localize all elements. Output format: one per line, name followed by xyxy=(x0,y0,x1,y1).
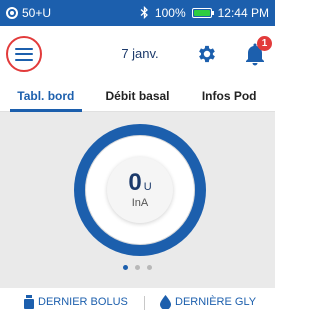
insulin-on-board-display: 0 U InA xyxy=(107,157,173,223)
pod-insulin-label: 50+U xyxy=(22,6,52,20)
page-dot[interactable] xyxy=(147,265,152,270)
dashboard-panel: 0 U InA xyxy=(0,112,275,288)
settings-button[interactable] xyxy=(196,43,218,65)
tab-bar: Tabl. bord Débit basal Infos Pod xyxy=(0,82,275,112)
iob-unit: U xyxy=(143,181,152,193)
menu-button[interactable] xyxy=(6,36,42,72)
app-header: 7 janv. 1 xyxy=(0,26,275,82)
iob-label: InA xyxy=(131,197,149,209)
iob-value: 0 xyxy=(128,169,142,196)
bottom-divider xyxy=(144,296,145,310)
battery-fill xyxy=(193,10,210,16)
bluetooth-icon xyxy=(140,5,149,21)
tab-pod-info[interactable]: Infos Pod xyxy=(183,82,275,111)
gear-icon xyxy=(199,45,215,63)
blood-drop-icon xyxy=(160,295,171,309)
pod-icon xyxy=(6,7,18,19)
tab-basal-rate[interactable]: Débit basal xyxy=(92,82,184,111)
status-bar: 50+U 100% 12:44 PM xyxy=(0,0,275,26)
insulin-vial-icon xyxy=(24,295,34,309)
pod-status: 50+U xyxy=(6,6,51,20)
bottom-bar: DERNIER BOLUS DERNIÈRE GLY xyxy=(0,290,275,316)
insulin-on-board-ring: 0 U InA xyxy=(74,124,206,256)
page-dot[interactable] xyxy=(123,265,128,270)
last-bolus-button[interactable]: DERNIER BOLUS xyxy=(24,295,128,309)
notification-badge: 1 xyxy=(257,36,272,51)
hamburger-menu-icon xyxy=(15,47,33,61)
last-glucose-button[interactable]: DERNIÈRE GLY xyxy=(160,295,256,309)
current-date: 7 janv. xyxy=(121,46,159,61)
battery-percent: 100% xyxy=(154,6,186,20)
last-bolus-label: DERNIER BOLUS xyxy=(38,296,128,308)
status-time: 12:44 PM xyxy=(217,6,269,20)
tab-dashboard[interactable]: Tabl. bord xyxy=(0,82,92,112)
page-dot[interactable] xyxy=(135,265,140,270)
last-glucose-label: DERNIÈRE GLY xyxy=(175,296,257,308)
system-status: 100% 12:44 PM xyxy=(140,5,269,21)
battery-icon xyxy=(191,8,214,18)
page-indicator[interactable] xyxy=(0,265,275,270)
